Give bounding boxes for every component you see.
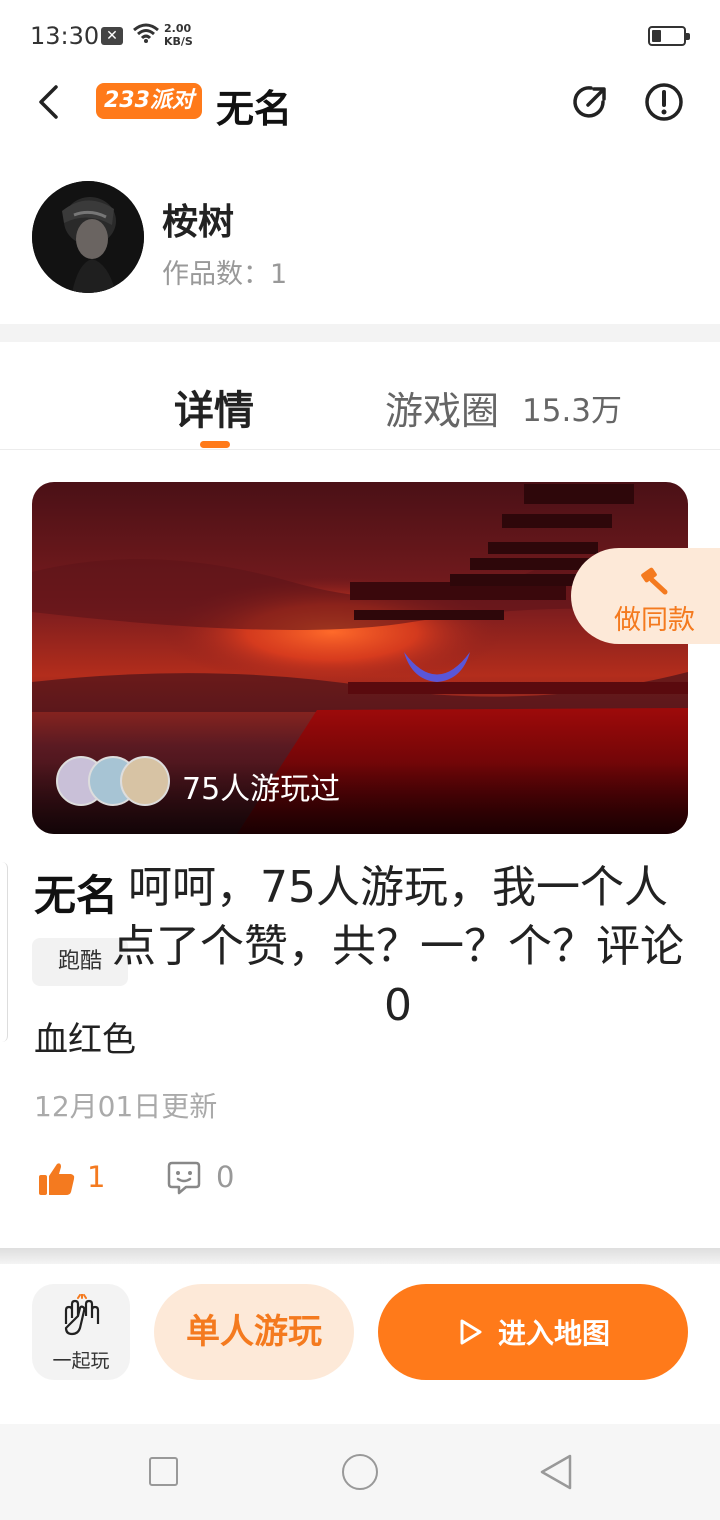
action-bar-shadow	[0, 1248, 720, 1264]
section-divider	[0, 324, 720, 342]
back-button[interactable]	[28, 80, 68, 124]
status-time: 13:30	[30, 22, 100, 50]
report-icon[interactable]	[643, 81, 685, 123]
overlay-caption: 呵呵，75人游玩，我一个人点了个赞，共？一？个？评论0	[112, 862, 684, 1031]
side-handle[interactable]	[0, 862, 8, 1042]
speed-value: 2.00	[164, 22, 192, 35]
make-same-label[interactable]: 做同款	[614, 598, 695, 637]
tab-divider	[0, 449, 720, 450]
author-name[interactable]: 桉树	[162, 193, 234, 245]
update-date: 12月01日更新	[34, 1090, 218, 1123]
network-speed: 2.00 KB/S	[164, 22, 193, 48]
author-avatar[interactable]	[32, 181, 144, 293]
player-avatar	[120, 756, 170, 806]
page-title: 无名	[216, 87, 293, 131]
tab-game-circle-count: 15.3万	[522, 393, 623, 429]
enter-map-button[interactable]: 进入地图	[378, 1284, 688, 1380]
share-icon[interactable]	[570, 81, 612, 123]
tab-details[interactable]: 详情	[174, 378, 254, 436]
author-works-count: 作品数：1	[162, 252, 287, 291]
works-label: 作品数：	[162, 259, 270, 290]
works-count: 1	[270, 259, 288, 290]
recent-apps-button[interactable]	[149, 1457, 178, 1486]
solo-play-button[interactable]: 单人游玩	[154, 1284, 354, 1380]
thumbs-up-icon[interactable]	[38, 1161, 76, 1197]
tab-active-indicator	[200, 441, 230, 448]
enter-map-label: 进入地图	[497, 1317, 610, 1350]
player-avatars	[56, 756, 170, 808]
high-five-icon	[64, 1294, 100, 1336]
nav-back-icon[interactable]	[538, 1453, 574, 1491]
home-button[interactable]	[342, 1454, 378, 1490]
game-title: 无名	[34, 871, 119, 920]
battery-icon	[648, 26, 690, 46]
chevron-left-icon	[39, 85, 58, 119]
tab-game-circle[interactable]: 游戏圈	[385, 380, 499, 435]
status-bar: 13:30 ✕ 2.00 KB/S	[0, 0, 720, 72]
play-icon	[460, 1319, 482, 1345]
comment-count: 0	[216, 1160, 235, 1194]
played-count-text: 75人游玩过	[182, 772, 341, 807]
wifi-icon	[133, 23, 159, 43]
brand-badge: 233派对	[96, 83, 202, 119]
hammer-icon	[641, 567, 668, 595]
like-count: 1	[87, 1160, 106, 1194]
notification-icon: ✕	[101, 27, 123, 45]
play-together-label: 一起玩	[52, 1350, 110, 1372]
avatar-image	[32, 181, 144, 293]
comment-icon[interactable]	[166, 1160, 202, 1196]
speed-unit: KB/S	[164, 35, 193, 48]
